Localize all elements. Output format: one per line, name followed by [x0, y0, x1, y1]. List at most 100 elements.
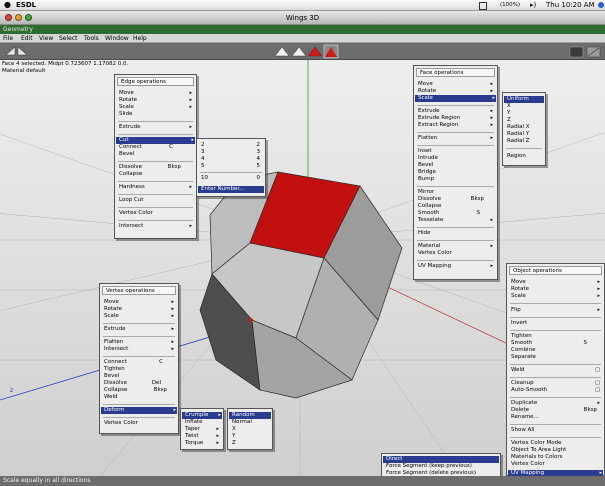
face-intrude[interactable]: Intrude [418, 155, 494, 162]
object-duplicate[interactable]: Duplicate ▸ [511, 400, 601, 407]
edge-mode-icon[interactable] [291, 46, 307, 57]
edge-dissolve[interactable]: Dissolve Bksp [119, 164, 193, 171]
edge-collapse[interactable]: Collapse [119, 171, 193, 178]
crumple-y[interactable]: Y [232, 433, 269, 440]
face-bump[interactable]: Bump [418, 176, 494, 183]
face-mirror[interactable]: Mirror [418, 189, 494, 196]
volume-icon[interactable]: ▸) [530, 1, 536, 9]
vertex-deform[interactable]: Deform ▸ [101, 407, 177, 414]
object-rename[interactable]: Rename... [511, 414, 601, 421]
vertex-move[interactable]: Move ▸ [104, 299, 175, 306]
object-auto-smooth[interactable]: Auto-Smooth □ [511, 387, 601, 394]
edge-slide[interactable]: Slide [119, 111, 193, 118]
menu-help[interactable]: Help [133, 35, 147, 42]
vertex-collapse[interactable]: Collapse Bksp [104, 387, 175, 394]
app-menu-name[interactable]: ESDL [16, 1, 36, 9]
deform-twist[interactable]: Twist ▸ [185, 433, 220, 440]
face-dissolve[interactable]: Dissolve Bksp [418, 196, 494, 203]
face-rotate[interactable]: Rotate ▸ [418, 88, 494, 95]
crumple-x[interactable]: X [232, 426, 269, 433]
scale-x[interactable]: X [507, 103, 542, 110]
vertex-dissolve[interactable]: Dissolve Del [104, 380, 175, 387]
face-inset[interactable]: Inset [418, 148, 494, 155]
spotlight-icon[interactable] [598, 2, 604, 8]
vertex-connect[interactable]: Connect C [104, 359, 175, 366]
face-hide[interactable]: Hide [418, 230, 494, 237]
undo-icon[interactable] [5, 46, 16, 56]
face-vertex-color[interactable]: Vertex Color [418, 250, 494, 257]
deform-torque[interactable]: Torque ▸ [185, 440, 220, 447]
battery-status[interactable]: (100%) [500, 2, 520, 8]
face-extrude[interactable]: Extrude ▸ [418, 108, 494, 115]
edge-extrude[interactable]: Extrude ▸ [119, 124, 193, 131]
menu-window[interactable]: Window [105, 35, 129, 42]
cut-2[interactable]: 22 [201, 142, 262, 149]
redo-icon[interactable] [17, 46, 28, 56]
option-box-icon[interactable]: □ [595, 380, 600, 387]
vertex-extrude[interactable]: Extrude ▸ [104, 326, 175, 333]
edge-hardness[interactable]: Hardness ▸ [119, 184, 193, 191]
scale-radial-x[interactable]: Radial X [507, 124, 542, 131]
face-bevel[interactable]: Bevel [418, 162, 494, 169]
scale-z[interactable]: Z [507, 117, 542, 124]
face-flatten[interactable]: Flatten ▸ [418, 135, 494, 142]
face-tesselate[interactable]: Tesselate ▸ [418, 217, 494, 224]
face-scale[interactable]: Scale ▸ [415, 95, 496, 102]
vertex-flatten[interactable]: Flatten ▸ [104, 339, 175, 346]
vertex-intersect[interactable]: Intersect ▸ [104, 346, 175, 353]
object-invert[interactable]: Invert [511, 320, 601, 327]
object-show-all[interactable]: Show All [511, 427, 601, 434]
edge-vertex-color[interactable]: Vertex Color [119, 210, 193, 217]
uv-force-segment-keep[interactable]: Force Segment (keep previous) [386, 463, 497, 470]
menu-tools[interactable]: Tools [84, 35, 99, 42]
object-smooth[interactable]: Smooth S [511, 340, 601, 347]
dodecahedron-mesh[interactable] [199, 171, 403, 399]
scale-uniform[interactable]: Uniform [504, 96, 544, 103]
object-scale[interactable]: Scale ▸ [511, 293, 601, 300]
face-extrude-region[interactable]: Extrude Region ▸ [418, 115, 494, 122]
cut-10[interactable]: 10 0 [201, 175, 262, 182]
object-weld[interactable]: Weld □ [511, 367, 601, 374]
object-cleanup[interactable]: Cleanup □ [511, 380, 601, 387]
edge-bevel[interactable]: Bevel [119, 151, 193, 158]
uv-direct[interactable]: Direct [383, 456, 499, 463]
edge-connect[interactable]: Connect C [119, 144, 193, 151]
vertex-vertex-color[interactable]: Vertex Color [104, 420, 175, 427]
object-move[interactable]: Move ▸ [511, 279, 601, 286]
deform-taper[interactable]: Taper ▸ [185, 426, 220, 433]
edge-cut[interactable]: Cut ▸ [116, 137, 195, 144]
object-vertex-color[interactable]: Vertex Color [511, 461, 601, 468]
scale-region[interactable]: Region [507, 153, 542, 160]
cut-5[interactable]: 55 [201, 163, 262, 170]
apple-icon[interactable]: ● [4, 0, 11, 9]
scale-radial-z[interactable]: Radial Z [507, 138, 542, 145]
menu-select[interactable]: Select [59, 35, 78, 42]
vertex-weld[interactable]: Weld [104, 394, 175, 401]
vertex-mode-icon[interactable] [274, 46, 290, 57]
option-box-icon[interactable]: □ [595, 387, 600, 394]
face-extract-region[interactable]: Extract Region ▸ [418, 122, 494, 129]
object-separate[interactable]: Separate [511, 354, 601, 361]
crumple-normal[interactable]: Normal [232, 419, 269, 426]
face-uv-mapping[interactable]: UV Mapping ▸ [418, 263, 494, 270]
face-move[interactable]: Move ▸ [418, 81, 494, 88]
deform-inflate[interactable]: Inflate [185, 419, 220, 426]
object-to-area-light[interactable]: Object To Area Light [511, 447, 601, 454]
menu-edit[interactable]: Edit [21, 35, 33, 42]
option-box-icon[interactable]: □ [595, 367, 600, 374]
edge-intersect[interactable]: Intersect ▸ [119, 223, 193, 230]
crumple-z[interactable]: Z [232, 440, 269, 447]
vertex-scale[interactable]: Scale ▸ [104, 313, 175, 320]
scale-y[interactable]: Y [507, 110, 542, 117]
edge-rotate[interactable]: Rotate ▸ [119, 97, 193, 104]
crumple-random[interactable]: Random [229, 412, 271, 419]
menu-file[interactable]: File [3, 35, 13, 42]
face-collapse[interactable]: Collapse [418, 203, 494, 210]
edge-scale[interactable]: Scale ▸ [119, 104, 193, 111]
menu-view[interactable]: View [39, 35, 53, 42]
cut-4[interactable]: 44 [201, 156, 262, 163]
vertex-bevel[interactable]: Bevel [104, 373, 175, 380]
object-flip[interactable]: Flip ▸ [511, 307, 601, 314]
face-bridge[interactable]: Bridge [418, 169, 494, 176]
edge-move[interactable]: Move ▸ [119, 90, 193, 97]
